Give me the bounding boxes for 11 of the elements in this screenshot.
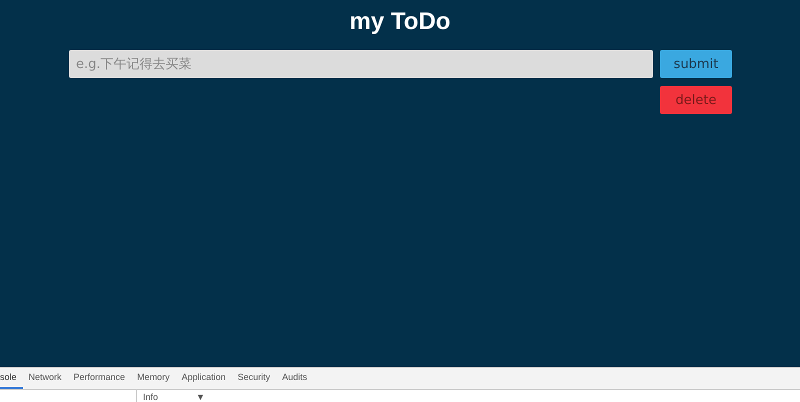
submit-button[interactable]: submit [660,50,732,78]
devtools-tab[interactable]: sole [0,368,23,389]
devtools-tab[interactable]: Performance [68,368,132,389]
log-level-dropdown[interactable]: Info ▼ [137,390,205,402]
todo-input-field[interactable]: e.g.下午记得去买菜 [69,50,653,78]
app-title: my ToDo [350,7,450,37]
devtools-tab[interactable]: Security [232,368,276,389]
devtools-tab[interactable]: Memory [131,368,176,389]
devtools-tab[interactable]: Audits [276,368,314,389]
devtools-tab[interactable]: Network [22,368,68,389]
devtools-tab[interactable]: Application [176,368,232,389]
